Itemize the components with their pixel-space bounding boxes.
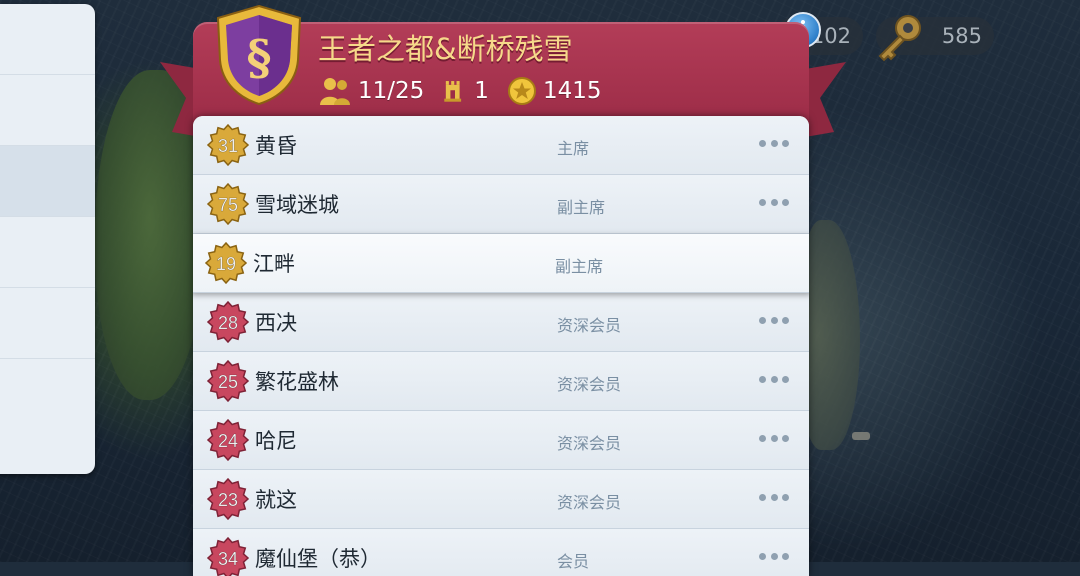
member-name: 西决 [255,311,297,335]
member-count: 11/25 [358,78,425,104]
alliance-name: 王者之都&断桥残雪 [318,32,573,66]
gold-coin-icon [507,77,536,105]
level-badge-icon: 25 [207,360,249,402]
more-options-icon[interactable] [759,428,789,448]
level-badge-icon: 24 [207,419,249,461]
member-row[interactable]: 25 繁花盛林 资深会员 [193,352,809,411]
member-row[interactable]: 28 西决 资深会员 [193,293,809,352]
member-role: 资深会员 [557,375,622,394]
member-level: 34 [218,549,238,569]
level-badge-icon: 34 [207,537,249,576]
member-name: 繁花盛林 [255,370,339,394]
level-badge-icon: 75 [207,183,249,225]
member-role: 资深会员 [557,316,622,335]
member-list: 31 黄昏 主席 75 雪域迷城 副主席 19 江畔 副主席 28 西决 资深会员 25 繁花盛林 资深会员… [193,116,809,576]
side-menu-item[interactable] [0,4,95,75]
side-menu-item-selected[interactable] [0,146,95,217]
member-row[interactable]: 34 魔仙堡（恭） 会员 [193,529,809,576]
currency-keys-value: 585 [941,24,982,48]
more-options-icon[interactable] [759,192,789,212]
more-options-icon[interactable] [759,487,789,507]
section-sign-shield-icon: § [216,4,302,106]
member-name: 江畔 [253,252,295,276]
level-badge-icon: 19 [205,242,247,284]
member-role: 主席 [557,139,590,158]
member-row[interactable]: 19 江畔 副主席 [193,234,809,293]
svg-text:§: § [246,30,271,86]
member-row[interactable]: 23 就这 资深会员 [193,470,809,529]
member-name: 雪域迷城 [255,193,339,217]
member-row[interactable]: 31 黄昏 主席 [193,116,809,175]
member-role: 资深会员 [557,434,622,453]
level-badge-icon: 28 [207,301,249,343]
member-name: 哈尼 [255,429,297,453]
members-icon [320,78,350,105]
member-name: 魔仙堡（恭） [255,547,381,571]
level-badge-icon: 31 [207,124,249,166]
side-menu-item[interactable] [0,288,95,359]
member-role: 副主席 [557,198,606,217]
member-level: 28 [218,313,238,333]
level-badge-icon: 23 [207,478,249,520]
member-row[interactable]: 75 雪域迷城 副主席 [193,175,809,234]
key-icon [878,15,921,62]
member-role: 会员 [557,552,590,571]
member-level: 75 [218,195,238,215]
side-menu-item[interactable] [0,75,95,146]
member-role: 副主席 [555,257,604,276]
more-options-icon[interactable] [759,310,789,330]
member-role: 资深会员 [557,493,622,512]
more-options-icon[interactable] [759,133,789,153]
side-menu-item[interactable] [0,217,95,288]
member-level: 19 [216,254,236,274]
more-options-icon[interactable] [759,369,789,389]
alliance-rank: 1 [474,78,489,104]
member-name: 就这 [255,488,297,512]
member-row[interactable]: 24 哈尼 资深会员 [193,411,809,470]
member-level: 25 [218,372,238,392]
more-options-icon[interactable] [759,546,789,566]
alliance-points: 1415 [542,78,602,104]
boat [852,432,870,440]
side-menu-panel [0,4,95,474]
tower-icon [444,81,462,102]
member-level: 31 [218,136,238,156]
member-name: 黄昏 [255,134,297,158]
member-level: 23 [218,490,238,510]
member-level: 24 [218,431,238,451]
alliance-stats: 11/25 1 1415 [318,76,619,106]
side-menu-item[interactable] [0,359,95,429]
